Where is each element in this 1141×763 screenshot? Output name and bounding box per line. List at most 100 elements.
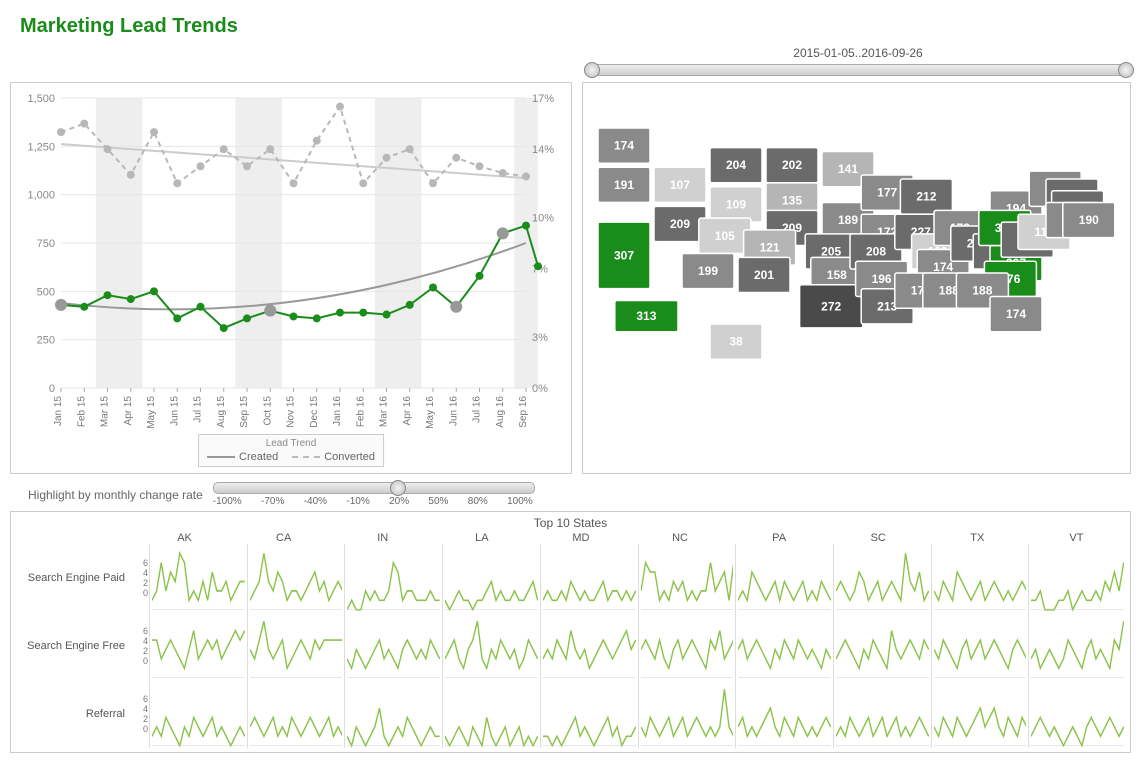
page-title: Marketing Lead Trends	[20, 15, 1131, 38]
svg-text:189: 189	[838, 213, 858, 227]
spark-cell[interactable]	[833, 680, 931, 748]
tick-label: -70%	[261, 496, 284, 507]
svg-text:212: 212	[916, 190, 936, 204]
svg-text:205: 205	[821, 244, 841, 258]
legend-title: Lead Trend	[207, 438, 375, 449]
svg-text:208: 208	[866, 244, 886, 258]
svg-text:Feb 15: Feb 15	[76, 396, 87, 428]
us-map[interactable]: 1741913072091072041091051992021352091212…	[582, 82, 1131, 474]
spark-header: AK	[135, 532, 234, 544]
slider-knob-start[interactable]	[584, 62, 600, 78]
spark-row-label: Search Engine Paid	[15, 572, 135, 584]
tick-label: -100%	[213, 496, 242, 507]
tick-label: 100%	[507, 496, 533, 507]
spark-cell[interactable]	[735, 544, 833, 612]
spark-header: PA	[730, 532, 829, 544]
legend-label-created: Created	[239, 451, 278, 463]
spark-cell[interactable]	[833, 612, 931, 680]
svg-text:Jun 15: Jun 15	[169, 396, 180, 426]
legend-swatch-converted	[292, 456, 320, 458]
spark-cell[interactable]	[344, 680, 442, 748]
svg-text:174: 174	[614, 139, 634, 153]
spark-cell[interactable]	[247, 544, 345, 612]
svg-text:Apr 16: Apr 16	[402, 396, 413, 426]
svg-text:Mar 15: Mar 15	[100, 396, 111, 428]
change-rate-slider[interactable]	[213, 482, 535, 494]
svg-text:17%: 17%	[532, 93, 554, 105]
spark-cell[interactable]	[540, 680, 638, 748]
spark-cell[interactable]	[149, 680, 247, 748]
svg-text:May 15: May 15	[146, 396, 157, 429]
svg-text:500: 500	[37, 286, 55, 298]
spark-header: LA	[432, 532, 531, 544]
svg-text:105: 105	[715, 229, 735, 243]
svg-text:Sep 16: Sep 16	[518, 396, 529, 428]
sparkline-title: Top 10 States	[15, 516, 1126, 530]
spark-cell[interactable]	[247, 680, 345, 748]
svg-text:Oct 15: Oct 15	[262, 396, 273, 426]
svg-text:121: 121	[760, 241, 780, 255]
spark-cell[interactable]	[735, 612, 833, 680]
svg-text:Sep 15: Sep 15	[239, 396, 250, 428]
slider-knob-end[interactable]	[1118, 62, 1134, 78]
legend-label-converted: Converted	[324, 451, 375, 463]
svg-text:May 16: May 16	[425, 396, 436, 429]
svg-text:250: 250	[37, 335, 55, 347]
tick-label: 50%	[428, 496, 448, 507]
svg-text:Mar 16: Mar 16	[379, 396, 390, 428]
svg-text:177: 177	[877, 186, 897, 200]
svg-text:0%: 0%	[532, 383, 548, 395]
svg-text:109: 109	[726, 197, 746, 211]
svg-text:Jan 16: Jan 16	[332, 396, 343, 426]
svg-text:174: 174	[933, 260, 953, 274]
spark-cell[interactable]	[1028, 612, 1126, 680]
tick-label: 20%	[389, 496, 409, 507]
spark-row-label: Referral	[15, 708, 135, 720]
svg-text:38: 38	[729, 335, 743, 349]
spark-cell[interactable]	[931, 680, 1029, 748]
spark-cell[interactable]	[833, 544, 931, 612]
spark-header: CA	[234, 532, 333, 544]
spark-cell[interactable]	[931, 612, 1029, 680]
spark-cell[interactable]	[540, 612, 638, 680]
svg-text:107: 107	[670, 178, 690, 192]
spark-cell[interactable]	[735, 680, 833, 748]
spark-cell[interactable]	[442, 544, 540, 612]
svg-text:201: 201	[754, 268, 774, 282]
svg-text:196: 196	[872, 272, 892, 286]
spark-row-label: Search Engine Free	[15, 640, 135, 652]
spark-cell[interactable]	[638, 680, 736, 748]
svg-text:0: 0	[49, 383, 55, 395]
spark-cell[interactable]	[247, 612, 345, 680]
spark-cell[interactable]	[442, 680, 540, 748]
spark-cell[interactable]	[638, 612, 736, 680]
tick-label: 80%	[468, 496, 488, 507]
change-slider-knob[interactable]	[390, 480, 406, 496]
spark-cell[interactable]	[540, 544, 638, 612]
svg-text:158: 158	[827, 268, 847, 282]
spark-cell[interactable]	[344, 544, 442, 612]
spark-cell[interactable]	[1028, 544, 1126, 612]
spark-cell[interactable]	[344, 612, 442, 680]
highlight-label: Highlight by monthly change rate	[28, 488, 203, 502]
chart-legend: Lead Trend Created Converted	[198, 434, 384, 467]
svg-text:Dec 15: Dec 15	[309, 396, 320, 428]
spark-cell[interactable]	[638, 544, 736, 612]
svg-text:Feb 16: Feb 16	[355, 396, 366, 428]
svg-text:1,250: 1,250	[27, 141, 55, 153]
spark-cell[interactable]	[149, 612, 247, 680]
tick-label: -10%	[346, 496, 369, 507]
spark-cell[interactable]	[442, 612, 540, 680]
spark-header: IN	[333, 532, 432, 544]
lead-trend-chart[interactable]: 02505007501,0001,2501,5000%3%7%10%14%17%…	[10, 82, 572, 474]
spark-cell[interactable]	[149, 544, 247, 612]
date-range-slider[interactable]	[585, 64, 1133, 76]
spark-cell[interactable]	[1028, 680, 1126, 748]
svg-text:Jul 16: Jul 16	[472, 396, 483, 423]
spark-cell[interactable]	[931, 544, 1029, 612]
svg-text:10%: 10%	[532, 212, 554, 224]
svg-text:188: 188	[972, 284, 992, 298]
svg-text:313: 313	[636, 309, 656, 323]
svg-text:750: 750	[37, 238, 55, 250]
spark-header: NC	[630, 532, 729, 544]
